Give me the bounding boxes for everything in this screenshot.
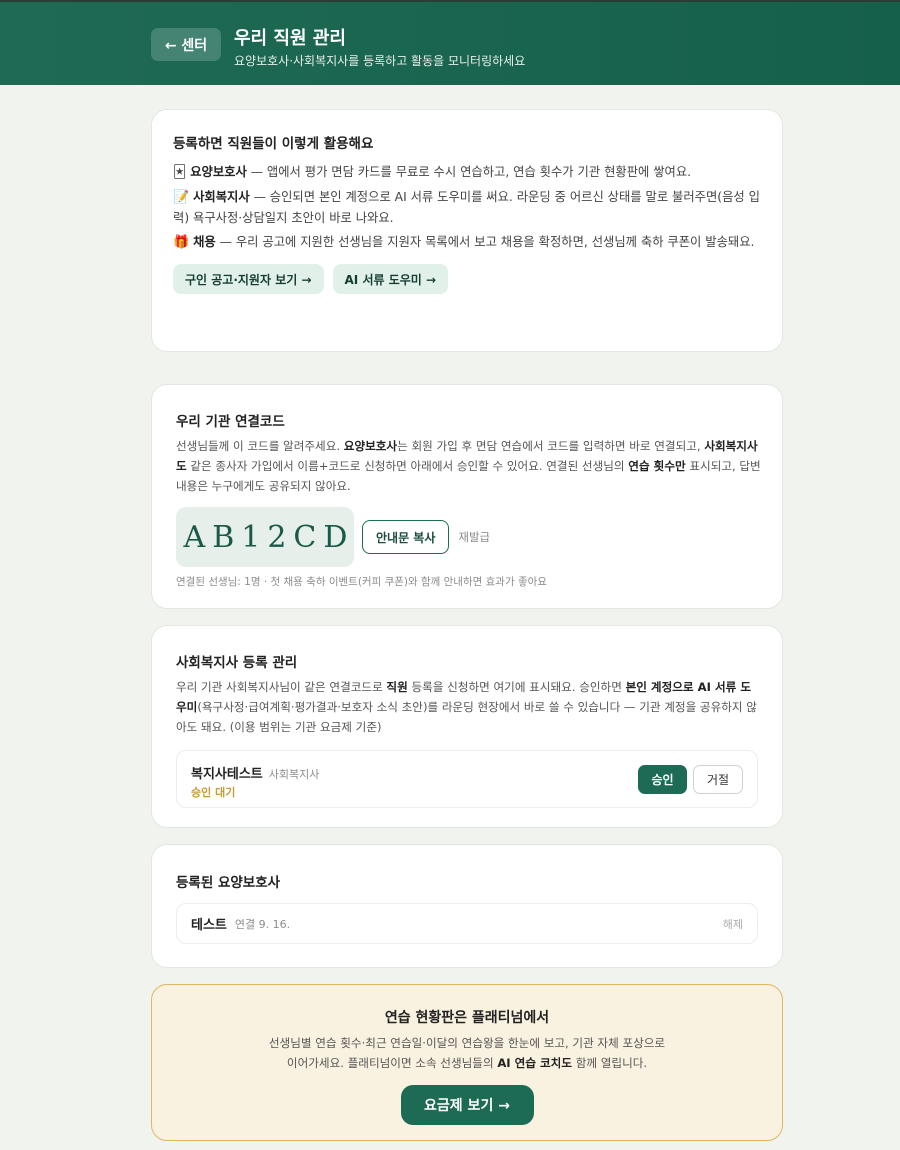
desc-text: 이어가세요. 플래티넘이면 소속 선생님들의 [286, 1056, 498, 1070]
desc-text: 등록을 신청하면 여기에 표시돼요. 승인하면 [407, 680, 626, 694]
connection-code-card: 우리 기관 연결코드 선생님들께 이 코드를 알려주세요. 요양보호사는 회원 … [151, 384, 783, 609]
usage-guide-title: 등록하면 직원들이 이렇게 활용해요 [173, 136, 374, 152]
social-worker-title: 사회복지사 등록 관리 [176, 655, 298, 671]
usage-item-hiring: 🎁 채용 — 우리 공고에 지원한 선생님을 지원자 목록에서 보고 채용을 확… [173, 232, 762, 253]
reissue-code-link[interactable]: 재발급 [458, 529, 490, 545]
social-worker-management-card: 사회복지사 등록 관리 우리 기관 사회복지사님이 같은 연결코드로 직원 등록… [151, 625, 783, 828]
desc-text: 우리 기관 사회복지사님이 같은 연결코드로 [176, 680, 387, 694]
view-plans-button[interactable]: 요금제 보기 → [400, 1085, 534, 1125]
page-title: 우리 직원 관리 [234, 28, 346, 49]
usage-links: 구인 공고·지원자 보기 → AI 서류 도우미 → [173, 264, 762, 294]
connection-code-value: AB12CD [176, 507, 354, 567]
desc-bold: AI 연습 코치도 [497, 1056, 573, 1070]
social-worker-name: 복지사테스트 [191, 767, 263, 782]
gift-icon: 🎁 [173, 235, 190, 250]
social-worker-description: 우리 기관 사회복지사님이 같은 연결코드로 직원 등록을 신청하면 여기에 표… [176, 677, 758, 737]
ai-document-helper-link[interactable]: AI 서류 도우미 → [332, 264, 449, 294]
page-subtitle: 요양보호사·사회복지사를 등록하고 활동을 모니터링하세요 [234, 54, 526, 68]
desc-line: 이어가세요. 플래티넘이면 소속 선생님들의 AI 연습 코치도 함께 열립니다… [152, 1053, 782, 1073]
desc-bold: 직원 [386, 680, 408, 694]
usage-item-text: — 승인되면 본인 계정으로 AI 서류 도우미를 써요. 라운딩 중 어르신 … [173, 190, 760, 225]
unlink-button[interactable]: 해제 [723, 916, 743, 932]
usage-role-label: 사회복지사 [193, 190, 250, 204]
caregiver-entry: 테스트 연결 9. 16. 해제 [176, 903, 758, 944]
reject-button[interactable]: 거절 [693, 765, 743, 794]
usage-item-text: — 앱에서 평가 면담 카드를 무료로 수시 연습하고, 연습 횟수가 기관 현… [246, 165, 692, 179]
desc-bold: 연습 횟수만 [628, 459, 686, 473]
copy-guide-button[interactable]: 안내문 복사 [362, 520, 450, 554]
connection-code-title: 우리 기관 연결코드 [176, 414, 285, 430]
job-postings-link[interactable]: 구인 공고·지원자 보기 → [173, 264, 324, 294]
back-to-center-button[interactable]: ← 센터 [151, 28, 221, 61]
registered-caregivers-card: 등록된 요양보호사 테스트 연결 9. 16. 해제 [151, 844, 783, 968]
platinum-promo-card: 연습 현황판은 플래티넘에서 선생님별 연습 횟수·최근 연습일·이달의 연습왕… [151, 984, 783, 1141]
desc-text: 함께 열립니다. [572, 1056, 648, 1070]
caregiver-connected-date: 연결 9. 16. [234, 917, 291, 931]
connected-teachers-note: 연결된 선생님: 1명 · 첫 채용 축하 이벤트(커피 쿠폰)와 함께 안내하… [176, 576, 547, 588]
usage-item-text: — 우리 공고에 지원한 선생님을 지원자 목록에서 보고 채용을 확정하면, … [215, 235, 755, 249]
desc-text: 선생님들께 이 코드를 알려주세요. [176, 439, 344, 453]
approve-button[interactable]: 승인 [638, 765, 687, 794]
social-worker-role: 사회복지사 [268, 768, 320, 781]
registered-caregivers-title: 등록된 요양보호사 [176, 875, 281, 891]
usage-role-label: 채용 [193, 235, 216, 249]
card-icon: 🃏 [173, 165, 187, 180]
usage-item-caregiver: 🃏 요양보호사 — 앱에서 평가 면담 카드를 무료로 수시 연습하고, 연습 … [173, 162, 762, 183]
platinum-description: 선생님별 연습 횟수·최근 연습일·이달의 연습왕을 한눈에 보고, 기관 자체… [152, 1033, 782, 1073]
desc-text: 는 회원 가입 후 면담 연습에서 코드를 입력하면 바로 연결되고, [397, 439, 705, 453]
memo-icon: 📝 [173, 190, 190, 205]
desc-text: (욕구사정·급여계획·평가결과·보호자 소식 초안)를 라운딩 현장에서 바로 … [176, 700, 757, 734]
usage-item-social-worker: 📝 사회복지사 — 승인되면 본인 계정으로 AI 서류 도우미를 써요. 라운… [173, 187, 762, 228]
caregiver-name: 테스트 [191, 918, 227, 933]
connection-code-description: 선생님들께 이 코드를 알려주세요. 요양보호사는 회원 가입 후 면담 연습에… [176, 436, 762, 496]
platinum-title: 연습 현황판은 플래티넘에서 [384, 1010, 550, 1026]
desc-bold: 요양보호사 [343, 439, 398, 453]
usage-role-label: 요양보호사 [190, 165, 247, 179]
social-worker-entry: 복지사테스트 사회복지사 승인 대기 승인 거절 [176, 750, 758, 808]
page-header: ← 센터 우리 직원 관리 요양보호사·사회복지사를 등록하고 활동을 모니터링… [0, 0, 900, 85]
desc-line: 선생님별 연습 횟수·최근 연습일·이달의 연습왕을 한눈에 보고, 기관 자체… [268, 1036, 666, 1050]
desc-text: 같은 종사자 가입에서 이름+코드로 신청하면 아래에서 승인할 수 있어요. … [186, 459, 629, 473]
connection-code-row: AB12CD 안내문 복사 재발급 [176, 507, 762, 567]
usage-guide-card: 등록하면 직원들이 이렇게 활용해요 🃏 요양보호사 — 앱에서 평가 면담 카… [151, 109, 783, 352]
